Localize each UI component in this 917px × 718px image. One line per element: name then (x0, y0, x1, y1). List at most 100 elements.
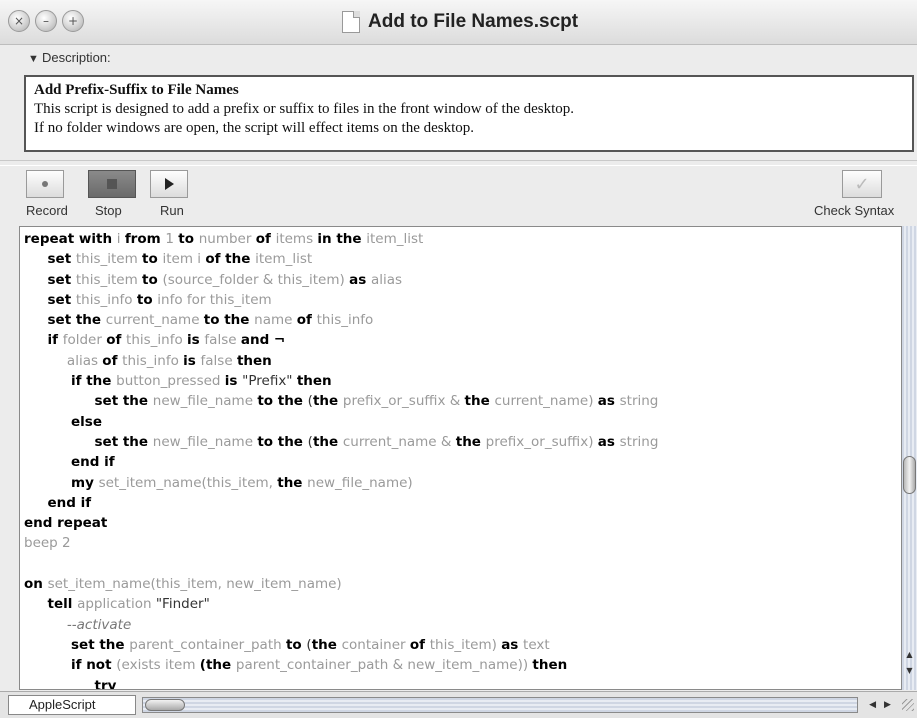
code-line[interactable]: set the new_file_name to the (the prefix… (24, 391, 658, 411)
close-icon: × (13, 14, 25, 28)
code-token: folder (62, 332, 107, 349)
zoom-icon: + (67, 14, 79, 28)
code-token: and ¬ (240, 332, 286, 349)
resize-grip-icon[interactable] (902, 699, 914, 711)
code-token: new_file_name (152, 433, 258, 450)
close-button[interactable]: × (8, 10, 30, 32)
code-token: as (349, 271, 371, 288)
title-bar[interactable]: × – + Add to File Names.scpt (0, 0, 917, 45)
code-line[interactable]: on set_item_name(this_item, new_item_nam… (24, 574, 658, 594)
code-token: set_item_name(this_item, (98, 474, 278, 491)
code-token: from (124, 231, 166, 247)
disclosure-triangle-icon[interactable]: ▼ (28, 53, 39, 65)
code-line[interactable]: my set_item_name(this_item, the new_file… (24, 473, 658, 493)
code-token: is (187, 332, 205, 349)
split-divider[interactable] (0, 160, 917, 166)
code-token: set (24, 251, 76, 268)
code-line[interactable]: beep 2 (24, 533, 658, 553)
code-token: this_info (126, 332, 188, 349)
code-token: the (311, 636, 342, 653)
code-token: set the (24, 433, 153, 450)
code-line[interactable]: alias of this_info is false then (24, 351, 658, 371)
horizontal-scroll-thumb[interactable] (145, 699, 185, 711)
record-button[interactable] (26, 170, 64, 198)
scroll-left-icon[interactable]: ◀ (869, 700, 876, 710)
code-token: on (24, 576, 48, 593)
run-button[interactable] (150, 170, 188, 198)
scroll-down-icon[interactable]: ▼ (904, 666, 915, 678)
code-token: current_name) (494, 393, 598, 410)
code-line[interactable]: set this_item to item i of the item_list (24, 249, 658, 269)
vertical-scroll-thumb[interactable] (903, 456, 916, 494)
code-line[interactable]: if folder of this_info is false and ¬ (24, 330, 658, 350)
code-token: prefix_or_suffix & (342, 393, 465, 410)
code-token: the (464, 393, 495, 410)
stop-button[interactable] (88, 170, 136, 198)
code-token: this_info (75, 291, 137, 308)
code-line[interactable]: --activate (24, 615, 658, 635)
code-token: new_file_name (152, 393, 258, 410)
code-token: set (24, 291, 76, 308)
horizontal-scrollbar[interactable] (142, 697, 858, 713)
code-line[interactable]: end repeat (24, 513, 658, 533)
zoom-button[interactable]: + (62, 10, 84, 32)
scroll-up-icon[interactable]: ▲ (904, 650, 915, 662)
stop-icon (107, 179, 117, 189)
code-token: (the (199, 657, 236, 674)
checkmark-icon: ✓ (854, 173, 870, 195)
code-line[interactable]: set this_item to (source_folder & this_i… (24, 270, 658, 290)
code-token: repeat with (24, 231, 117, 247)
code-token: text (523, 636, 550, 653)
code-token: if not (24, 657, 117, 674)
code-token: prefix_or_suffix) (485, 433, 598, 450)
code-token: 1 (165, 231, 179, 247)
code-area[interactable]: repeat with i from 1 to number of items … (24, 229, 658, 689)
description-field[interactable]: Add Prefix-Suffix to File Names This scr… (24, 75, 914, 152)
code-line[interactable]: tell application "Finder" (24, 594, 658, 614)
language-selector[interactable]: AppleScript (8, 695, 136, 715)
description-label: Description: (42, 50, 111, 65)
code-line[interactable]: set the new_file_name to the (the curren… (24, 432, 658, 452)
description-disclosure[interactable]: ▼ Description: (0, 46, 917, 70)
code-token: then (296, 373, 332, 390)
run-icon (165, 178, 174, 190)
code-token: then (236, 352, 272, 369)
code-line[interactable]: set the parent_container_path to (the co… (24, 635, 658, 655)
code-line[interactable]: if not (exists item (the parent_containe… (24, 655, 658, 675)
code-line[interactable]: else (24, 412, 658, 432)
code-line[interactable]: repeat with i from 1 to number of items … (24, 229, 658, 249)
bottom-bar: AppleScript ◀ ▶ (0, 691, 917, 718)
code-token: parent_container_path (129, 636, 286, 653)
code-token: this_info (122, 352, 184, 369)
minimize-button[interactable]: – (35, 10, 57, 32)
code-token: item_list (366, 231, 424, 247)
code-token: to (142, 271, 163, 288)
code-token: of the (205, 251, 256, 268)
check-syntax-button[interactable]: ✓ (842, 170, 882, 198)
code-token: my (24, 474, 99, 491)
code-line[interactable]: if the button_pressed is "Prefix" then (24, 371, 658, 391)
code-token: "Prefix" (242, 373, 297, 390)
scroll-right-icon[interactable]: ▶ (884, 700, 891, 710)
code-line[interactable]: end if (24, 452, 658, 472)
code-token: to the (257, 393, 308, 410)
code-line[interactable]: try (24, 676, 658, 689)
code-token: of (409, 636, 430, 653)
code-token: of (296, 312, 317, 329)
vertical-scrollbar[interactable]: ▲ ▼ (901, 226, 917, 690)
code-token: button_pressed (116, 373, 225, 390)
code-token: set the (24, 636, 130, 653)
code-token: alias (370, 271, 403, 288)
record-icon (42, 181, 48, 187)
code-line[interactable]: end if (24, 493, 658, 513)
code-token: false (204, 332, 241, 349)
code-line[interactable]: set the current_name to the name of this… (24, 310, 658, 330)
code-line[interactable]: set this_info to info for this_item (24, 290, 658, 310)
code-token: name (254, 312, 297, 329)
code-token: end if (24, 494, 92, 511)
code-token: set the (24, 312, 106, 329)
script-editor[interactable]: repeat with i from 1 to number of items … (19, 226, 901, 690)
code-token: to the (257, 433, 308, 450)
code-line[interactable] (24, 554, 658, 574)
